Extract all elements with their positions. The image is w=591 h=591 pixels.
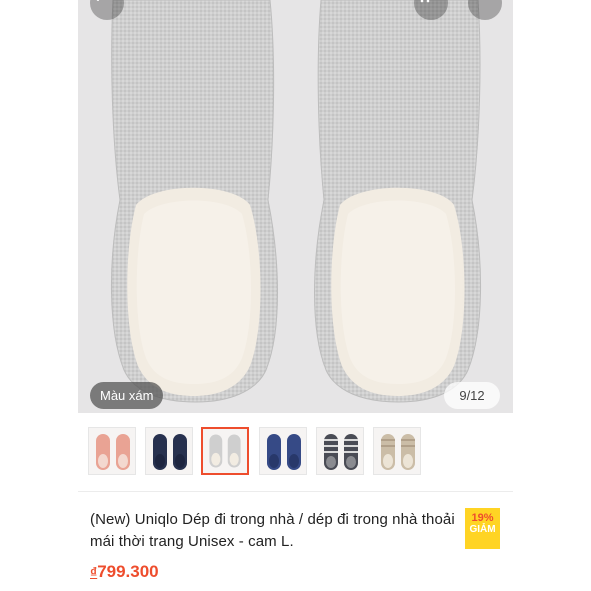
- thumb-gray[interactable]: [201, 427, 249, 475]
- selected-color-label: Màu xám: [90, 382, 164, 409]
- thumb-navy[interactable]: [145, 427, 193, 475]
- variant-thumbnail-strip: [78, 413, 513, 493]
- thumb-beige[interactable]: [373, 427, 421, 475]
- product-price: ₫799.300: [90, 562, 159, 582]
- discount-badge: 19% GIẢM: [465, 508, 500, 549]
- product-screen: Màu xám 9/12 (New) Uniqlo Dép đi trong n…: [78, 0, 513, 591]
- product-photo: [78, 0, 513, 413]
- thumb-blue[interactable]: [259, 427, 307, 475]
- product-title: (New) Uniqlo Dép đi trong nhà / dép đi t…: [90, 511, 455, 550]
- price-value: 799.300: [97, 562, 159, 581]
- section-divider: [78, 491, 513, 492]
- product-image-gallery[interactable]: Màu xám 9/12: [78, 0, 513, 413]
- thumb-pink[interactable]: [88, 427, 136, 475]
- discount-percent: 19%: [471, 512, 494, 524]
- discount-label: GIẢM: [469, 524, 496, 535]
- thumb-stripe-dark[interactable]: [316, 427, 364, 475]
- image-counter: 9/12: [444, 382, 500, 409]
